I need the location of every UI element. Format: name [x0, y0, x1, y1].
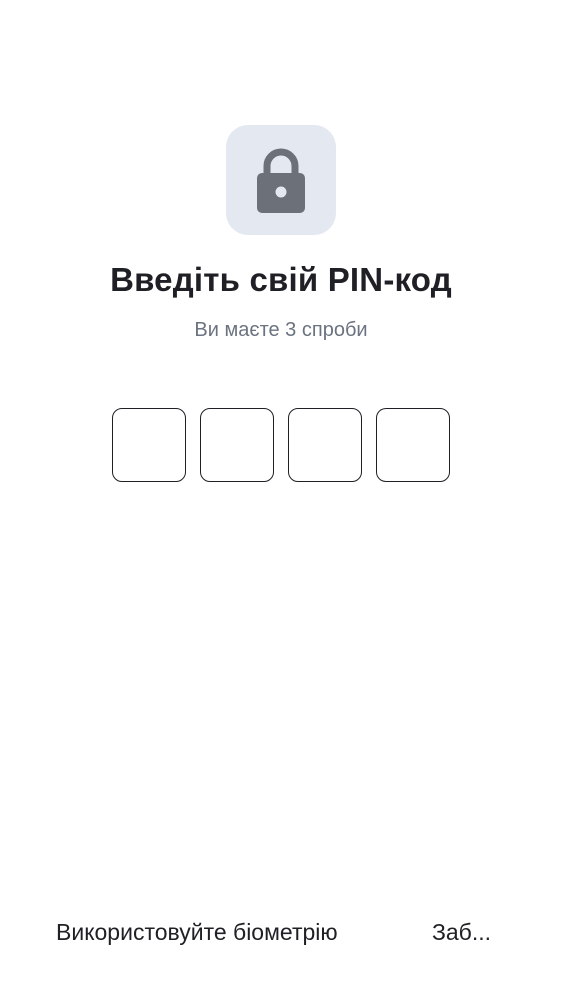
forgot-pin-button[interactable]: Заб...	[432, 912, 496, 952]
lock-icon	[255, 146, 307, 214]
use-biometrics-button[interactable]: Використовуйте біометрію	[56, 912, 338, 952]
pin-input-group	[112, 408, 450, 483]
page-title: Введіть свій PIN-код	[110, 261, 452, 298]
pin-digit-4[interactable]	[376, 408, 450, 482]
lock-icon-tile	[226, 125, 336, 235]
pin-digit-3[interactable]	[288, 408, 362, 482]
pin-digit-1[interactable]	[112, 408, 186, 482]
attempts-remaining-text: Ви маєте 3 спроби	[194, 319, 368, 341]
pin-entry-screen: Введіть свій PIN-код Ви маєте 3 спроби В…	[0, 0, 562, 1000]
pin-digit-2[interactable]	[200, 408, 274, 482]
footer-actions: Використовуйте біометрію Заб...	[0, 912, 562, 952]
